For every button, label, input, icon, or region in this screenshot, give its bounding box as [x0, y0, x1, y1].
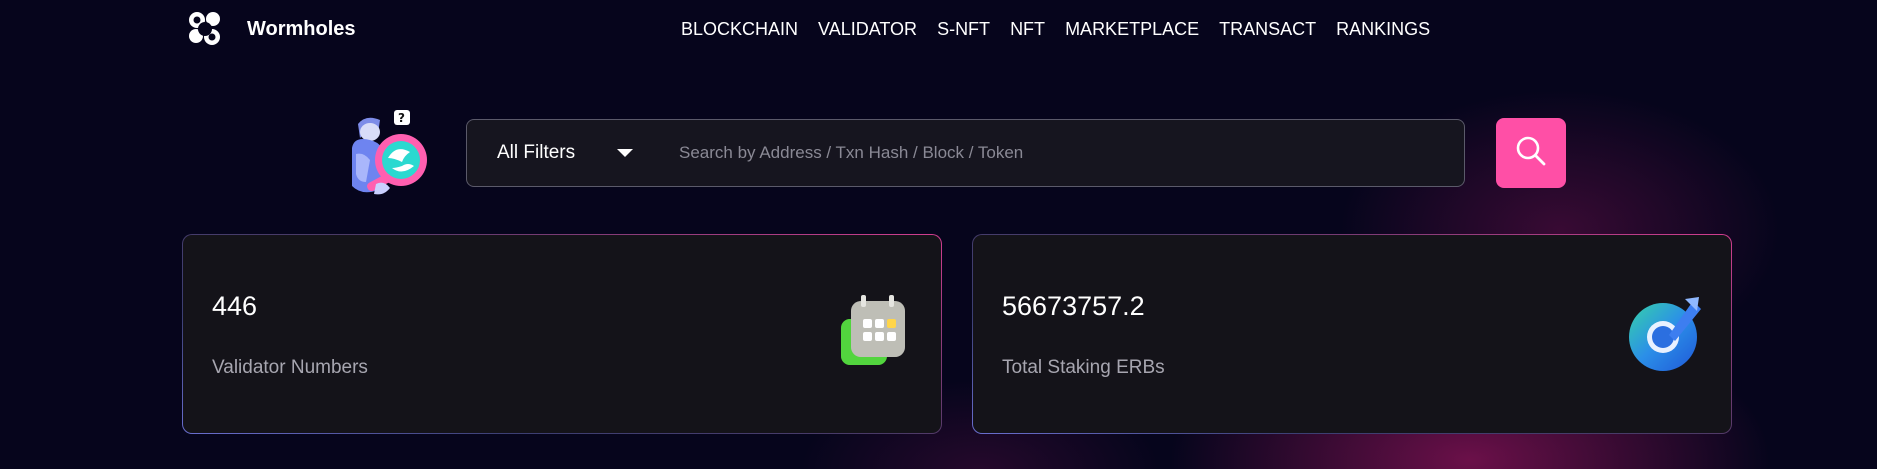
nav-s-nft[interactable]: S-NFT [937, 19, 990, 40]
nav-nft[interactable]: NFT [1010, 19, 1045, 40]
chevron-down-icon [617, 149, 634, 157]
calendar-icon [839, 295, 907, 373]
stat-card-validators: 446 Validator Numbers [182, 234, 942, 434]
svg-text:?: ? [398, 111, 405, 125]
stat-card-body: 446 Validator Numbers [183, 235, 941, 433]
search-icon [1515, 135, 1547, 172]
filter-dropdown[interactable]: All Filters [467, 120, 679, 186]
stat-label: Total Staking ERBs [1002, 357, 1165, 378]
nav-blockchain[interactable]: BLOCKCHAIN [681, 19, 798, 40]
wormholes-logo-icon[interactable] [184, 8, 226, 50]
nav-marketplace[interactable]: MARKETPLACE [1065, 19, 1199, 40]
search-mascot-illustration: ? [344, 108, 438, 200]
stat-label: Validator Numbers [212, 357, 368, 378]
search-button[interactable] [1496, 118, 1566, 188]
search-bar: All Filters [466, 119, 1465, 187]
stat-value: 56673757.2 [1002, 291, 1145, 321]
stat-value: 446 [212, 291, 258, 321]
nav-transact[interactable]: TRANSACT [1219, 19, 1316, 40]
staking-icon [1629, 295, 1701, 373]
filter-label: All Filters [497, 142, 576, 163]
nav-rankings[interactable]: RANKINGS [1336, 19, 1430, 40]
main-nav: BLOCKCHAIN VALIDATOR S-NFT NFT MARKETPLA… [681, 19, 1430, 40]
stat-card-staking: 56673757.2 Total Staking ERBs [972, 234, 1732, 434]
stat-card-body: 56673757.2 Total Staking ERBs [973, 235, 1731, 433]
brand-name[interactable]: Wormholes [247, 18, 356, 41]
nav-validator[interactable]: VALIDATOR [818, 19, 917, 40]
search-input[interactable] [679, 120, 1464, 186]
